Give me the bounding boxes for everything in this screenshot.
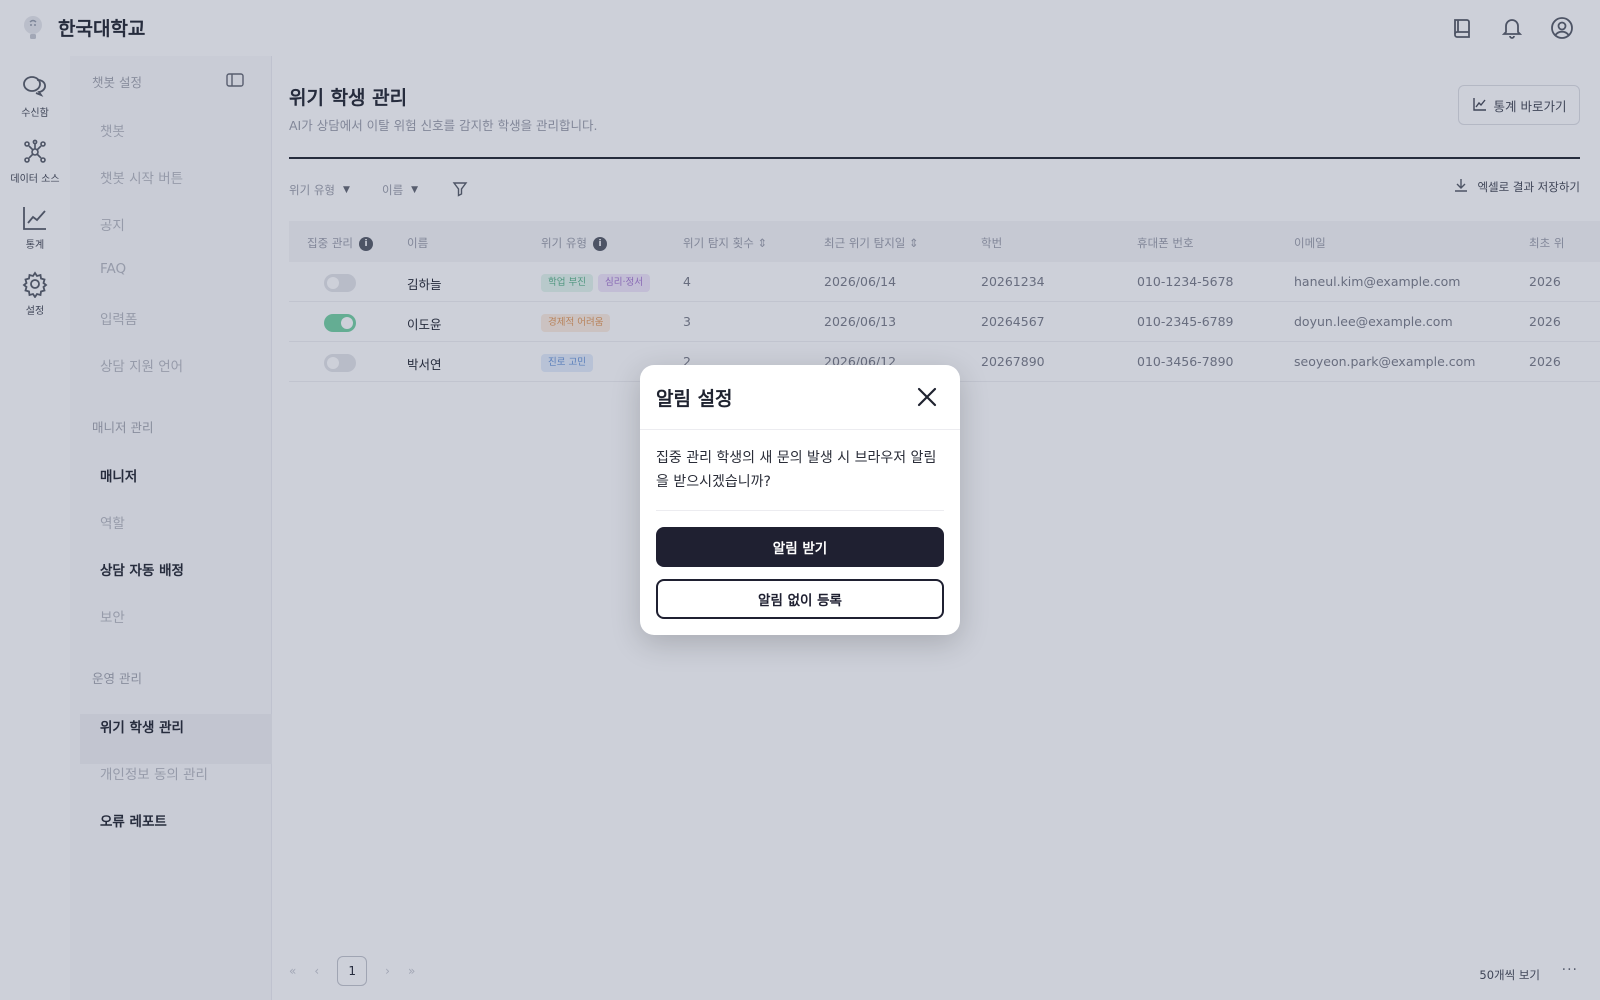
dialog-divider	[656, 510, 944, 511]
register-without-notifications-button[interactable]: 알림 없이 등록	[656, 579, 944, 619]
dialog-title: 알림 설정	[656, 388, 733, 410]
notification-settings-dialog: 알림 설정 집중 관리 학생의 새 문의 발생 시 브라우저 알림을 받으시겠습…	[640, 365, 960, 635]
receive-notifications-button[interactable]: 알림 받기	[656, 527, 944, 567]
close-icon[interactable]	[915, 385, 939, 409]
dialog-message: 집중 관리 학생의 새 문의 발생 시 브라우저 알림을 받으시겠습니까?	[656, 450, 937, 490]
dialog-divider	[640, 429, 960, 430]
